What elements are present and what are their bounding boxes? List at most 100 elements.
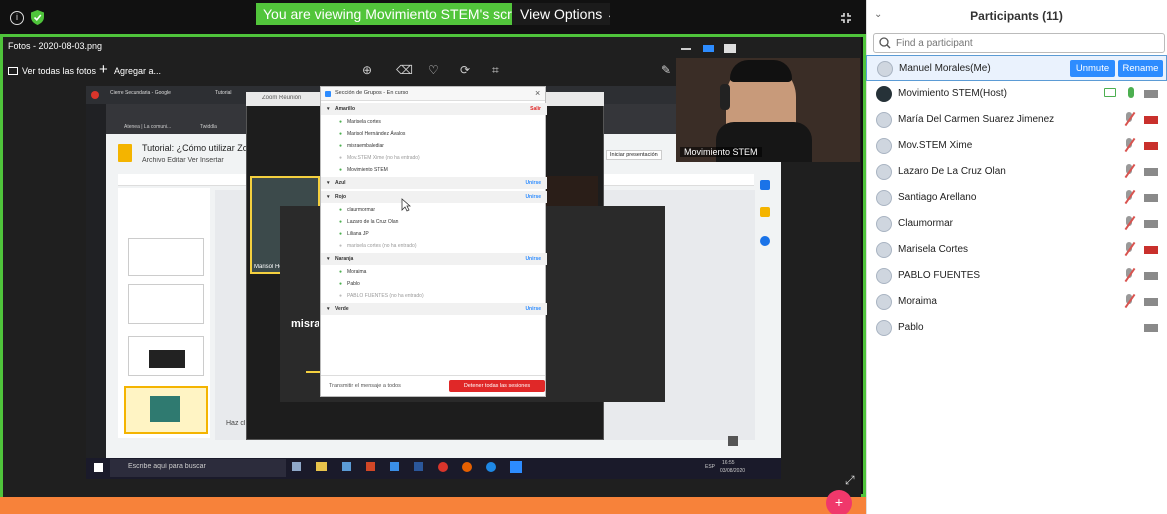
- participant-row[interactable]: PABLO FUENTES: [866, 263, 1167, 289]
- participant-row[interactable]: Claumormar: [866, 211, 1167, 237]
- heart-icon[interactable]: ♡: [428, 63, 439, 77]
- participants-title: Participants (11): [970, 9, 1063, 23]
- breakout-member-row: ● Mov.STEM Xime (no ha entrado): [321, 152, 547, 164]
- avatar: [876, 138, 892, 154]
- rename-button[interactable]: Rename: [1118, 60, 1163, 77]
- view-options-button[interactable]: View Options ⌄: [512, 3, 610, 25]
- participant-row[interactable]: María Del Carmen Suarez Jimenez: [866, 107, 1167, 133]
- opera-taskbar-icon[interactable]: [438, 462, 448, 472]
- status-dot-icon: ●: [339, 231, 343, 237]
- maximize-icon[interactable]: [703, 45, 714, 52]
- file-explorer-icon[interactable]: [316, 462, 327, 471]
- status-dot-icon: ●: [339, 243, 343, 249]
- thumbnail-selected-image: [150, 396, 180, 422]
- avatar: [876, 190, 892, 206]
- close-icon[interactable]: ×: [535, 88, 540, 98]
- breakout-group-row[interactable]: ▾ Naranja Unirse: [321, 253, 547, 265]
- firefox-icon[interactable]: [462, 462, 472, 472]
- add-fab-icon[interactable]: +: [826, 490, 852, 514]
- thumbnail-slide-4[interactable]: [128, 284, 204, 324]
- member-name: Movimiento STEM: [347, 167, 388, 173]
- expand-arrow-icon[interactable]: ▾: [327, 177, 330, 189]
- breakout-title: Sección de Grupos - En curso: [335, 90, 409, 96]
- window-icon[interactable]: [724, 44, 736, 53]
- photos-title: Fotos - 2020-08-03.png: [8, 41, 103, 51]
- status-dot-icon: ●: [339, 281, 343, 287]
- unmute-button[interactable]: Unmute: [1070, 60, 1115, 77]
- thumbnail-slide-3[interactable]: [128, 238, 204, 276]
- expand-arrow-icon[interactable]: ▾: [327, 303, 330, 315]
- group-action-button[interactable]: Unirse: [525, 303, 541, 315]
- screen-share-icon: [1104, 88, 1116, 97]
- agregar-button[interactable]: Agregar a...: [114, 66, 161, 76]
- member-name: marisela cortes (no ha entrado): [347, 243, 417, 249]
- breakout-group-row[interactable]: ▾ Azul Unirse: [321, 177, 547, 189]
- zoom-taskbar-icon[interactable]: [510, 461, 522, 473]
- participant-row-host[interactable]: Movimiento STEM(Host): [866, 81, 1167, 107]
- breakout-group-row[interactable]: ▾ Verde Unirse: [321, 303, 547, 315]
- breakout-member-row: ● claurmormar: [321, 204, 547, 216]
- broadcast-button[interactable]: Transmitir el mensaje a todos: [329, 383, 401, 389]
- windows-start-icon[interactable]: [94, 463, 103, 472]
- avatar: [876, 294, 892, 310]
- participant-row[interactable]: Santiago Arellano: [866, 185, 1167, 211]
- mail-icon[interactable]: [390, 462, 399, 471]
- search-input[interactable]: [896, 36, 1156, 50]
- store-icon[interactable]: [342, 462, 351, 471]
- camera-icon: [1144, 194, 1158, 202]
- group-name: Verde: [335, 306, 349, 312]
- breakout-group-row[interactable]: ▾ Amarillo Salir: [321, 103, 547, 115]
- expand-arrow-icon[interactable]: ▾: [327, 253, 330, 265]
- iniciar-presentacion-button[interactable]: Iniciar presentación: [606, 150, 662, 160]
- expand-arrow-icon[interactable]: ▾: [327, 191, 330, 203]
- zoom-icon[interactable]: ⊕: [362, 63, 372, 77]
- rotate-icon[interactable]: ⟳: [460, 63, 470, 77]
- ver-todas-button[interactable]: Ver todas las fotos: [22, 66, 96, 76]
- edit-icon[interactable]: ✎: [661, 63, 671, 77]
- mic-muted-icon: [1124, 215, 1136, 231]
- participant-row[interactable]: Moraima: [866, 289, 1167, 315]
- group-action-button[interactable]: Salir: [530, 103, 541, 115]
- avatar: [876, 112, 892, 128]
- mic-muted-icon: [1124, 293, 1136, 309]
- exit-fullscreen-icon[interactable]: [840, 12, 852, 24]
- status-dot-icon: ●: [339, 143, 343, 149]
- tasks-icon: [760, 236, 770, 246]
- camera-icon: [1144, 324, 1158, 332]
- group-name: Azul: [335, 180, 346, 186]
- delete-icon[interactable]: ⌫: [396, 63, 413, 77]
- slide-underline: [306, 371, 320, 373]
- breakout-group-row[interactable]: ▾ Rojo Unirse: [321, 191, 547, 203]
- minimize-icon[interactable]: [681, 48, 691, 50]
- group-action-button[interactable]: Unirse: [525, 191, 541, 203]
- participant-row[interactable]: Pablo: [866, 315, 1167, 341]
- taskbar-time: 16:55: [722, 460, 735, 466]
- expand-icon[interactable]: ⤢: [845, 473, 855, 488]
- participant-row-me[interactable]: Manuel Morales(Me) Unmute Rename: [866, 55, 1167, 81]
- shield-icon[interactable]: [31, 10, 44, 25]
- stop-all-sessions-button[interactable]: Detener todas las sesiones: [449, 380, 545, 392]
- zoom-window: i You are viewing Movimiento STEM's scre…: [0, 0, 1167, 514]
- view-options-label: View Options: [520, 6, 603, 22]
- participant-search[interactable]: [873, 33, 1165, 53]
- group-action-button[interactable]: Unirse: [525, 177, 541, 189]
- slides-logo-icon: [118, 144, 132, 162]
- group-action-button[interactable]: Unirse: [525, 253, 541, 265]
- banner-text: You are viewing Movimiento STEM's screen: [263, 6, 512, 22]
- info-icon[interactable]: i: [10, 11, 24, 25]
- word-icon[interactable]: [414, 462, 423, 471]
- task-view-icon[interactable]: [292, 462, 301, 471]
- crop-icon[interactable]: ⌗: [492, 63, 499, 78]
- participant-row[interactable]: Lazaro De La Cruz Olan: [866, 159, 1167, 185]
- participant-name: Moraima: [898, 296, 937, 307]
- avatar: [876, 242, 892, 258]
- expand-arrow-icon[interactable]: ▾: [327, 103, 330, 115]
- speaker-name-label: Movimiento STEM: [680, 147, 762, 157]
- explore-icon[interactable]: [728, 436, 738, 446]
- participant-row[interactable]: Mov.STEM Xime: [866, 133, 1167, 159]
- participant-row[interactable]: Marisela Cortes: [866, 237, 1167, 263]
- status-dot-icon: ●: [339, 269, 343, 275]
- pdf-icon[interactable]: [366, 462, 375, 471]
- status-dot-icon: ●: [339, 155, 343, 161]
- edge-icon[interactable]: [486, 462, 496, 472]
